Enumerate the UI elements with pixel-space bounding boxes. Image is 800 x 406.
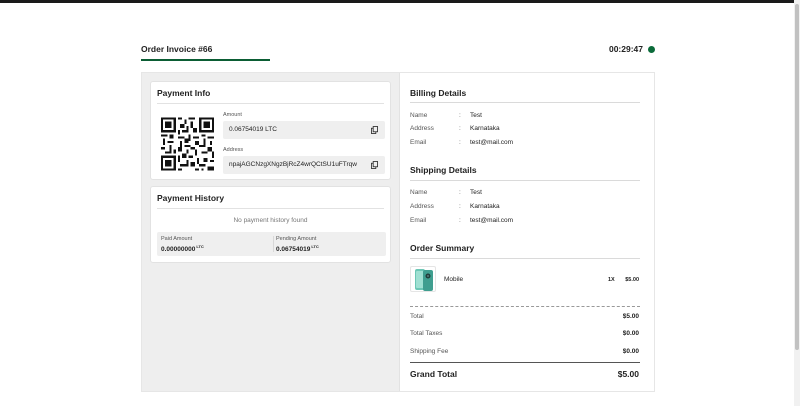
shipping-address-value: Karnataka <box>470 203 500 210</box>
divider <box>273 236 274 252</box>
payment-info-card: Payment Info Amount 0.06754019 LTC Addre… <box>150 81 391 180</box>
taxes-value: $0.00 <box>622 330 639 337</box>
shipping-name-key: Name <box>410 189 428 196</box>
colon: : <box>459 139 461 146</box>
qr-code <box>161 117 214 171</box>
scrollbar-thumb[interactable] <box>795 4 799 350</box>
countdown-timer: 00:29:47 <box>608 44 643 54</box>
colon: : <box>459 217 461 224</box>
divider <box>410 102 640 103</box>
pending-amount-number: 0.06754019 <box>276 246 311 253</box>
billing-name-key: Name <box>410 112 428 119</box>
total-label: Total <box>410 313 424 320</box>
address-label: Address <box>223 147 244 153</box>
shipping-name-value: Test <box>470 189 482 196</box>
divider <box>157 103 384 104</box>
billing-address-value: Karnataka <box>470 125 500 132</box>
divider <box>410 258 640 259</box>
total-value: $5.00 <box>622 313 639 320</box>
shipping-fee-label: Shipping Fee <box>410 348 449 355</box>
billing-name-value: Test <box>470 112 482 119</box>
scrollbar[interactable] <box>794 0 800 406</box>
payment-history-title: Payment History <box>157 193 225 203</box>
shipping-fee-value: $0.00 <box>622 348 639 355</box>
payment-info-title: Payment Info <box>157 88 211 98</box>
colon: : <box>459 189 461 196</box>
billing-email-key: Email <box>410 139 427 146</box>
empty-history-message: No payment history found <box>233 217 308 224</box>
invoice-panel: Payment Info Amount 0.06754019 LTC Addre… <box>141 72 655 392</box>
dashed-divider <box>410 306 640 307</box>
divider <box>410 362 640 363</box>
status-dot-icon <box>648 46 655 53</box>
colon: : <box>459 125 461 132</box>
paid-amount-value: 0.00000000LTC <box>161 244 204 253</box>
billing-email-value: test@mail.com <box>470 139 514 146</box>
paid-amount-label: Paid Amount <box>161 236 193 242</box>
top-bar <box>0 0 794 3</box>
amount-field: 0.06754019 LTC <box>223 121 385 139</box>
taxes-label: Total Taxes <box>410 330 443 337</box>
page-title: Order Invoice #66 <box>141 44 213 54</box>
address-value: npajAGCNzgXNgzBjRcZ4wrQCtSU1uFTrqw <box>229 161 357 168</box>
product-price: $5.00 <box>625 277 639 283</box>
amount-label: Amount <box>223 112 242 118</box>
pending-amount-label: Pending Amount <box>276 236 317 242</box>
product-name: Mobile <box>444 276 464 283</box>
colon: : <box>459 112 461 119</box>
colon: : <box>459 203 461 210</box>
grand-total-label: Grand Total <box>410 369 458 379</box>
address-field: npajAGCNzgXNgzBjRcZ4wrQCtSU1uFTrqw <box>223 156 385 174</box>
product-image <box>410 266 436 292</box>
product-quantity: 1X <box>608 277 615 283</box>
order-summary-title: Order Summary <box>410 243 475 253</box>
shipping-address-key: Address <box>410 203 434 210</box>
billing-address-key: Address <box>410 125 434 132</box>
copy-icon[interactable] <box>371 161 378 169</box>
shipping-email-value: test@mail.com <box>470 217 514 224</box>
payment-column: Payment Info Amount 0.06754019 LTC Addre… <box>142 73 400 391</box>
history-summary: Paid Amount 0.00000000LTC Pending Amount… <box>157 232 386 256</box>
billing-title: Billing Details <box>410 88 467 98</box>
shipping-title: Shipping Details <box>410 165 477 175</box>
shipping-email-key: Email <box>410 217 427 224</box>
paid-amount-unit: LTC <box>196 244 204 249</box>
divider <box>410 180 640 181</box>
payment-history-card: Payment History No payment history found… <box>150 186 391 263</box>
active-tab-underline <box>141 59 270 61</box>
pending-amount-value: 0.06754019LTC <box>276 244 319 253</box>
copy-icon[interactable] <box>371 126 378 134</box>
amount-value: 0.06754019 LTC <box>229 126 277 133</box>
divider <box>157 208 384 209</box>
pending-amount-unit: LTC <box>311 244 319 249</box>
paid-amount-number: 0.00000000 <box>161 246 196 253</box>
grand-total-value: $5.00 <box>617 369 639 379</box>
